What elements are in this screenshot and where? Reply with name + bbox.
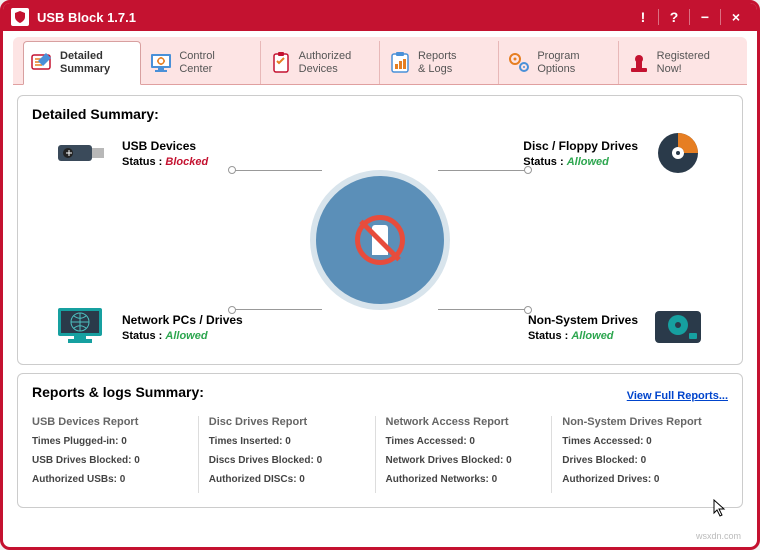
app-title: USB Block 1.7.1 xyxy=(37,10,630,25)
summary-title: Detailed Summary: xyxy=(32,106,728,122)
cursor-icon xyxy=(713,499,727,517)
nonsystem-report-col: Non-System Drives Report Times Accessed:… xyxy=(552,416,728,493)
tab-reports-logs[interactable]: Reports& Logs xyxy=(382,41,499,84)
gears-icon xyxy=(507,51,531,75)
app-window: USB Block 1.7.1 ! ? − × DetailedSummary … xyxy=(0,0,760,550)
usb-block-icon xyxy=(310,170,450,310)
watermark: wsxdn.com xyxy=(696,531,741,541)
usb-cable-icon xyxy=(372,225,388,255)
network-drives-block: Network PCs / DrivesStatus : Allowed xyxy=(52,304,243,350)
reports-panel: Reports & logs Summary: View Full Report… xyxy=(17,373,743,508)
usb-devices-block: USB DevicesStatus : Blocked xyxy=(52,130,208,176)
view-full-reports-link[interactable]: View Full Reports... xyxy=(627,390,728,402)
hard-drive-icon xyxy=(648,304,708,350)
usb-stick-icon xyxy=(52,130,112,176)
close-button[interactable]: × xyxy=(723,7,749,27)
help-button[interactable]: ? xyxy=(661,7,687,27)
reports-title: Reports & logs Summary: xyxy=(32,384,204,400)
alert-button[interactable]: ! xyxy=(630,7,656,27)
usb-report-col: USB Devices Report Times Plugged-in: 0 U… xyxy=(32,416,199,493)
detailed-summary-panel: Detailed Summary: USB DevicesStatus : Bl… xyxy=(17,95,743,365)
tab-detailed-summary[interactable]: DetailedSummary xyxy=(23,41,141,85)
tab-program-options[interactable]: ProgramOptions xyxy=(501,41,618,84)
network-monitor-icon xyxy=(52,304,112,350)
tab-control-center[interactable]: ControlCenter xyxy=(143,41,260,84)
disc-drives-block: Disc / Floppy DrivesStatus : Allowed xyxy=(523,130,708,176)
stamp-icon xyxy=(627,51,651,75)
tab-authorized-devices[interactable]: AuthorizedDevices xyxy=(263,41,380,84)
app-shield-icon xyxy=(11,8,29,26)
tabs: DetailedSummary ControlCenter Authorized… xyxy=(13,37,747,85)
minimize-button[interactable]: − xyxy=(692,7,718,27)
clipboard-check-icon xyxy=(269,51,293,75)
titlebar: USB Block 1.7.1 ! ? − × xyxy=(3,3,757,31)
chart-icon xyxy=(388,51,412,75)
network-report-col: Network Access Report Times Accessed: 0 … xyxy=(376,416,553,493)
monitor-icon xyxy=(149,51,173,75)
tab-registered-now[interactable]: RegisteredNow! xyxy=(621,41,737,84)
disc-icon xyxy=(648,130,708,176)
summary-icon xyxy=(30,51,54,75)
disc-report-col: Disc Drives Report Times Inserted: 0 Dis… xyxy=(199,416,376,493)
nonsystem-drives-block: Non-System DrivesStatus : Allowed xyxy=(528,304,708,350)
